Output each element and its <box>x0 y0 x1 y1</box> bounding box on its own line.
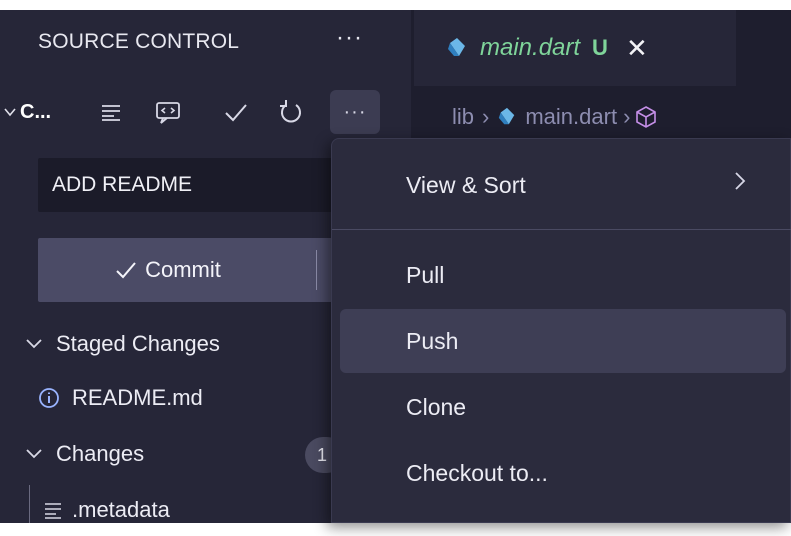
menu-item-label: Pull <box>406 261 445 288</box>
source-control-title: SOURCE CONTROL <box>38 30 240 53</box>
file-lines-icon <box>44 501 62 519</box>
chevron-right-icon: › <box>623 104 631 129</box>
commit-message-input[interactable]: ADD README <box>38 158 338 212</box>
dart-file-icon <box>497 107 517 127</box>
chevron-down-icon <box>4 107 16 117</box>
commit-button-divider <box>316 250 317 290</box>
menu-item-pull[interactable]: Pull <box>340 243 786 307</box>
chevron-right-icon <box>734 171 746 191</box>
view-as-list-icon[interactable] <box>93 90 129 134</box>
more-actions-button[interactable]: ··· <box>330 90 380 134</box>
menu-item-clone[interactable]: Clone <box>340 375 786 439</box>
more-actions-menu: View & Sort Pull Push Clone Checkout to.… <box>331 138 791 523</box>
commit-button-label: Commit <box>145 257 221 282</box>
breadcrumb: lib › main.dart › <box>452 95 657 139</box>
symbol-cube-icon <box>636 106 657 128</box>
menu-item-checkout[interactable]: Checkout to... <box>340 441 786 505</box>
info-icon <box>38 387 60 409</box>
source-control-toolbar: C... ··· <box>0 90 411 140</box>
chevron-down-icon <box>26 449 44 459</box>
commit-check-icon[interactable] <box>218 90 254 134</box>
repository-item[interactable]: C... <box>0 90 84 134</box>
close-icon[interactable]: ✕ <box>626 33 648 64</box>
editor-tab-main-dart[interactable]: main.dart U ✕ <box>414 10 736 86</box>
menu-item-label: Clone <box>406 393 467 420</box>
refresh-icon[interactable] <box>273 90 309 134</box>
commit-button[interactable]: Commit <box>38 238 338 302</box>
chevron-right-icon: › <box>482 104 490 129</box>
check-icon <box>115 261 137 279</box>
menu-item-push[interactable]: Push <box>340 309 786 373</box>
pull-request-comment-icon[interactable] <box>148 90 188 134</box>
breadcrumb-lib[interactable]: lib <box>452 104 474 130</box>
menu-item-label: Checkout to... <box>406 459 548 486</box>
untracked-status: U <box>592 35 608 60</box>
changes-label: Changes <box>56 441 145 466</box>
repository-label: C... <box>20 100 52 123</box>
menu-item-view-sort[interactable]: View & Sort <box>340 153 786 217</box>
changed-file-name: .metadata <box>72 497 170 522</box>
breadcrumb-main-dart[interactable]: main.dart <box>525 104 617 130</box>
chevron-down-icon <box>26 339 44 349</box>
tab-filename: main.dart <box>480 34 581 61</box>
dart-file-icon <box>446 37 468 59</box>
menu-item-label: View & Sort <box>406 171 526 198</box>
source-control-header: SOURCE CONTROL ··· <box>0 10 411 80</box>
staged-file-name: README.md <box>72 385 203 410</box>
menu-item-label: Push <box>406 327 459 354</box>
menu-separator <box>332 229 791 230</box>
more-actions-icon[interactable]: ··· <box>336 24 363 52</box>
staged-changes-label: Staged Changes <box>56 331 220 356</box>
